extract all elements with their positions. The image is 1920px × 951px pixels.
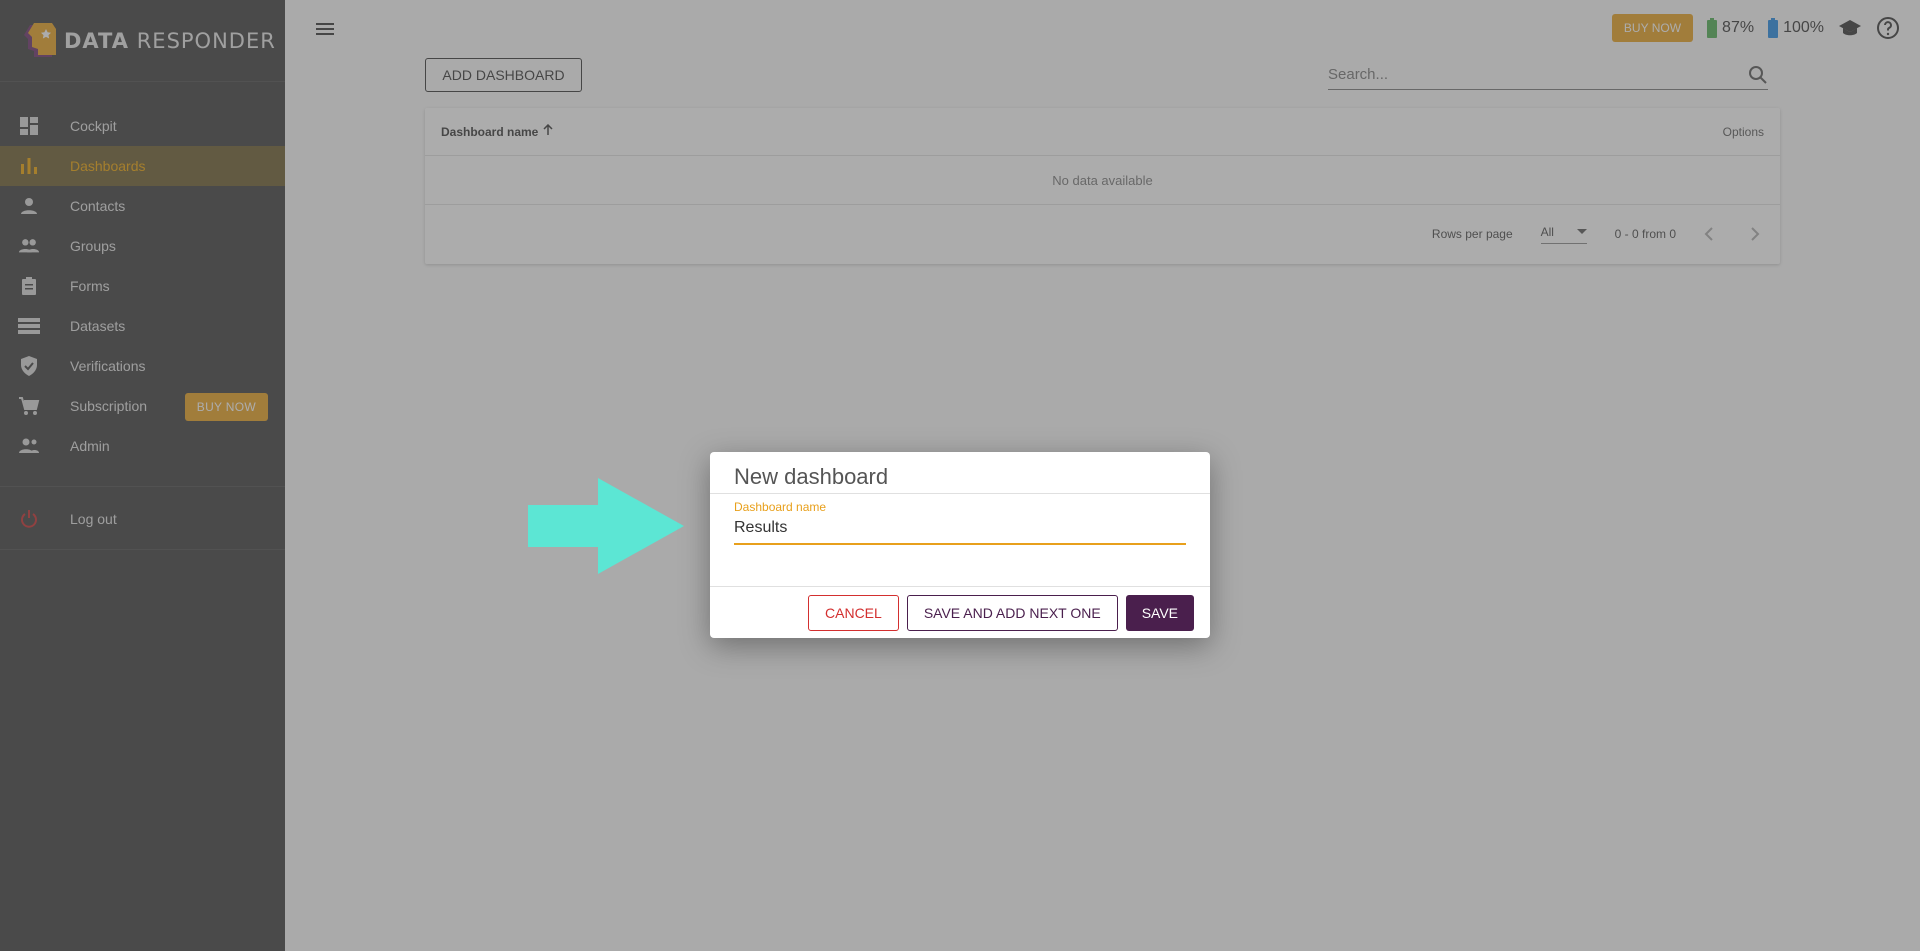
new-dashboard-dialog: New dashboard Dashboard name Results CAN… [710,452,1210,638]
save-button[interactable]: SAVE [1125,594,1194,631]
dialog-actions: CANCEL SAVE AND ADD NEXT ONE SAVE [710,586,1210,638]
dashboard-name-input[interactable]: Results [734,514,1186,545]
cancel-button[interactable]: CANCEL [808,594,899,631]
dialog-title: New dashboard [710,452,1210,494]
dashboard-name-label: Dashboard name [734,500,827,514]
save-and-add-next-button[interactable]: SAVE AND ADD NEXT ONE [906,594,1118,631]
dashboard-name-field: Dashboard name Results [710,494,1210,586]
annotation-arrow-icon [528,478,684,574]
